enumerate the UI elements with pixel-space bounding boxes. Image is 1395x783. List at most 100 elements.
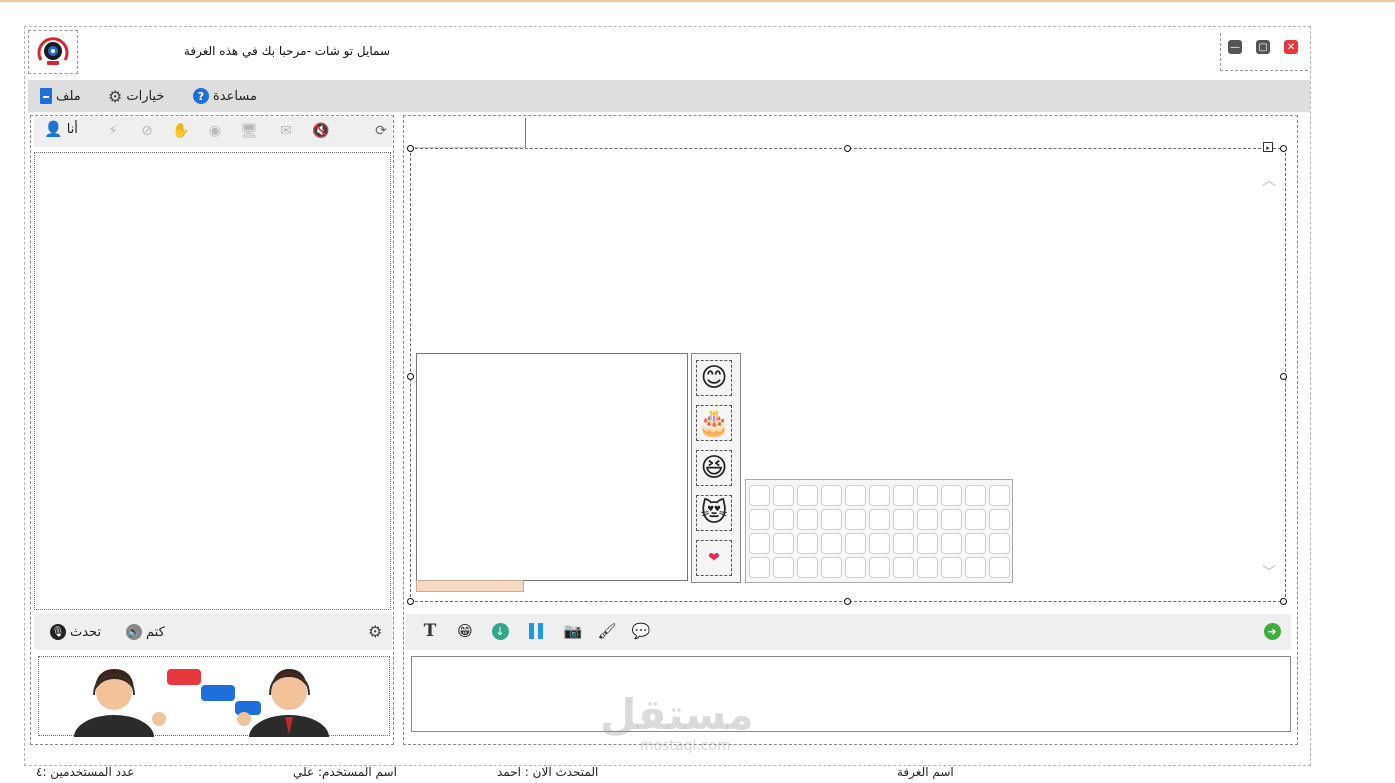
- emoticon-grid-cell[interactable]: [749, 509, 770, 530]
- avatar-illustration-box: [38, 656, 390, 759]
- emoticon-grid-cell[interactable]: [989, 557, 1010, 578]
- lightning-icon[interactable]: ⚡: [104, 122, 122, 140]
- emoticon-grid-cell[interactable]: [965, 485, 986, 506]
- monitor-icon[interactable]: 🖥: [240, 122, 258, 140]
- emoticon-grid-cell[interactable]: [989, 509, 1010, 530]
- minimize-button[interactable]: —: [1228, 40, 1242, 54]
- emoticon-grid-cell[interactable]: [773, 533, 794, 554]
- emoticon-grid-cell[interactable]: [845, 533, 866, 554]
- resize-handle[interactable]: [1280, 598, 1287, 605]
- voice-settings-icon[interactable]: ⚙: [368, 622, 382, 641]
- emoticon-grid-cell[interactable]: [989, 485, 1010, 506]
- close-icon: ✕: [1286, 41, 1296, 53]
- restore-button[interactable]: ▢: [1256, 40, 1270, 54]
- close-button[interactable]: ✕: [1284, 40, 1298, 54]
- emoticon-grid-cell[interactable]: [941, 485, 962, 506]
- refresh-icon[interactable]: ⟳: [372, 122, 390, 140]
- resize-handle[interactable]: [1280, 373, 1287, 380]
- send-icon[interactable]: ➜: [1262, 621, 1282, 641]
- emoticon-slot[interactable]: ❤: [696, 540, 732, 576]
- emoticon-grid-cell[interactable]: [965, 533, 986, 554]
- emoticon-grid-cell[interactable]: [869, 509, 890, 530]
- emoticon-grid-cell[interactable]: [821, 533, 842, 554]
- menu-file[interactable]: ملف: [40, 86, 81, 106]
- resize-handle[interactable]: [407, 598, 414, 605]
- chat-bubble-icon[interactable]: 💬: [631, 621, 651, 641]
- gear-icon: ⚙: [108, 86, 123, 106]
- emoticon-grid-cell[interactable]: [917, 557, 938, 578]
- emoticon-grid-cell[interactable]: [749, 557, 770, 578]
- mute-user-icon[interactable]: 🔇: [312, 122, 330, 140]
- emoticon-grid-cell[interactable]: [893, 533, 914, 554]
- record-icon[interactable]: ◉: [206, 122, 224, 140]
- emoticon-slot[interactable]: 😆: [696, 450, 732, 486]
- orange-control[interactable]: [416, 580, 524, 592]
- emoticon-grid-cell[interactable]: [797, 509, 818, 530]
- emoticon-grid-cell[interactable]: [749, 485, 770, 506]
- emoticon-grid-cell[interactable]: [989, 533, 1010, 554]
- emoticon-grid-cell[interactable]: [941, 509, 962, 530]
- minimize-icon: —: [1230, 41, 1240, 53]
- emoticon-grid-cell[interactable]: [773, 485, 794, 506]
- emoticon-grid-cell[interactable]: [821, 485, 842, 506]
- emoticon-grid-cell[interactable]: [893, 485, 914, 506]
- webcam-icon[interactable]: 📷: [563, 621, 583, 641]
- microphone-icon: 🎙: [50, 624, 66, 640]
- hand-icon[interactable]: ✋: [172, 122, 190, 140]
- emoticon-grid-cell[interactable]: [845, 485, 866, 506]
- smart-tag-arrow-icon[interactable]: ▸: [1263, 142, 1273, 152]
- menu-options-label: خيارات: [126, 88, 165, 104]
- scroll-up-icon[interactable]: ︿: [1262, 170, 1276, 190]
- brush-icon[interactable]: 🖌: [597, 621, 617, 641]
- chat-tab[interactable]: [406, 118, 526, 148]
- talk-button[interactable]: 🎙 تحدث: [50, 622, 101, 642]
- emoticon-grid-cell[interactable]: [893, 509, 914, 530]
- pause-icon[interactable]: [526, 621, 546, 641]
- emoticon-grid-cell[interactable]: [941, 533, 962, 554]
- emoticon-grid-cell[interactable]: [821, 509, 842, 530]
- emoticon-grid-cell[interactable]: [965, 509, 986, 530]
- emoticon-grid-cell[interactable]: [821, 557, 842, 578]
- emoticon-slot[interactable]: 😊: [696, 360, 732, 396]
- resize-handle[interactable]: [1280, 145, 1287, 152]
- emoticon-grid-cell[interactable]: [965, 557, 986, 578]
- resize-handle[interactable]: [407, 373, 414, 380]
- emoticon-slot[interactable]: 🎂: [696, 405, 732, 441]
- emoticon-grid-cell[interactable]: [845, 557, 866, 578]
- me-button[interactable]: 👤 أنا: [44, 120, 78, 138]
- emoticon-grid-cell[interactable]: [893, 557, 914, 578]
- block-icon[interactable]: ⊘: [138, 122, 156, 140]
- emoticon-grid-cell[interactable]: [797, 533, 818, 554]
- emoticon-grid-cell[interactable]: [917, 533, 938, 554]
- emoticon-grid-cell[interactable]: [773, 557, 794, 578]
- message-input[interactable]: [411, 656, 1291, 732]
- menu-file-label: ملف: [56, 88, 81, 104]
- menu-help[interactable]: ? مساعدة: [193, 86, 257, 106]
- resize-handle[interactable]: [844, 598, 851, 605]
- emoticon-grid-cell[interactable]: [917, 485, 938, 506]
- resize-handle[interactable]: [844, 145, 851, 152]
- mute-button[interactable]: 🔈 كتم: [126, 622, 165, 642]
- message-icon[interactable]: ✉: [277, 122, 295, 140]
- emoticon-grid-cell[interactable]: [845, 509, 866, 530]
- emoticon-grid-cell[interactable]: [941, 557, 962, 578]
- emoji-icon[interactable]: 😁: [455, 621, 475, 641]
- emoticon-grid-cell[interactable]: [773, 509, 794, 530]
- emoticon-grid-cell[interactable]: [869, 485, 890, 506]
- app-logo: [28, 30, 78, 74]
- emoticon-grid-cell[interactable]: [869, 533, 890, 554]
- menu-options[interactable]: ⚙ خيارات: [108, 86, 164, 106]
- cake-icon: 🎂: [697, 408, 731, 438]
- users-list: [34, 152, 391, 610]
- emoticon-grid-cell[interactable]: [749, 533, 770, 554]
- text-format-icon[interactable]: T: [420, 621, 440, 641]
- scroll-down-icon[interactable]: ﹀: [1262, 562, 1276, 582]
- resize-handle[interactable]: [407, 145, 414, 152]
- emoticon-grid-cell[interactable]: [797, 485, 818, 506]
- emoticon-slot[interactable]: 😻: [696, 495, 732, 531]
- emoticon-grid-cell[interactable]: [917, 509, 938, 530]
- status-username: اسم المستخدم: علي: [293, 765, 397, 779]
- emoticon-grid-cell[interactable]: [797, 557, 818, 578]
- emoticon-grid-cell[interactable]: [869, 557, 890, 578]
- download-icon[interactable]: ↓: [490, 621, 510, 641]
